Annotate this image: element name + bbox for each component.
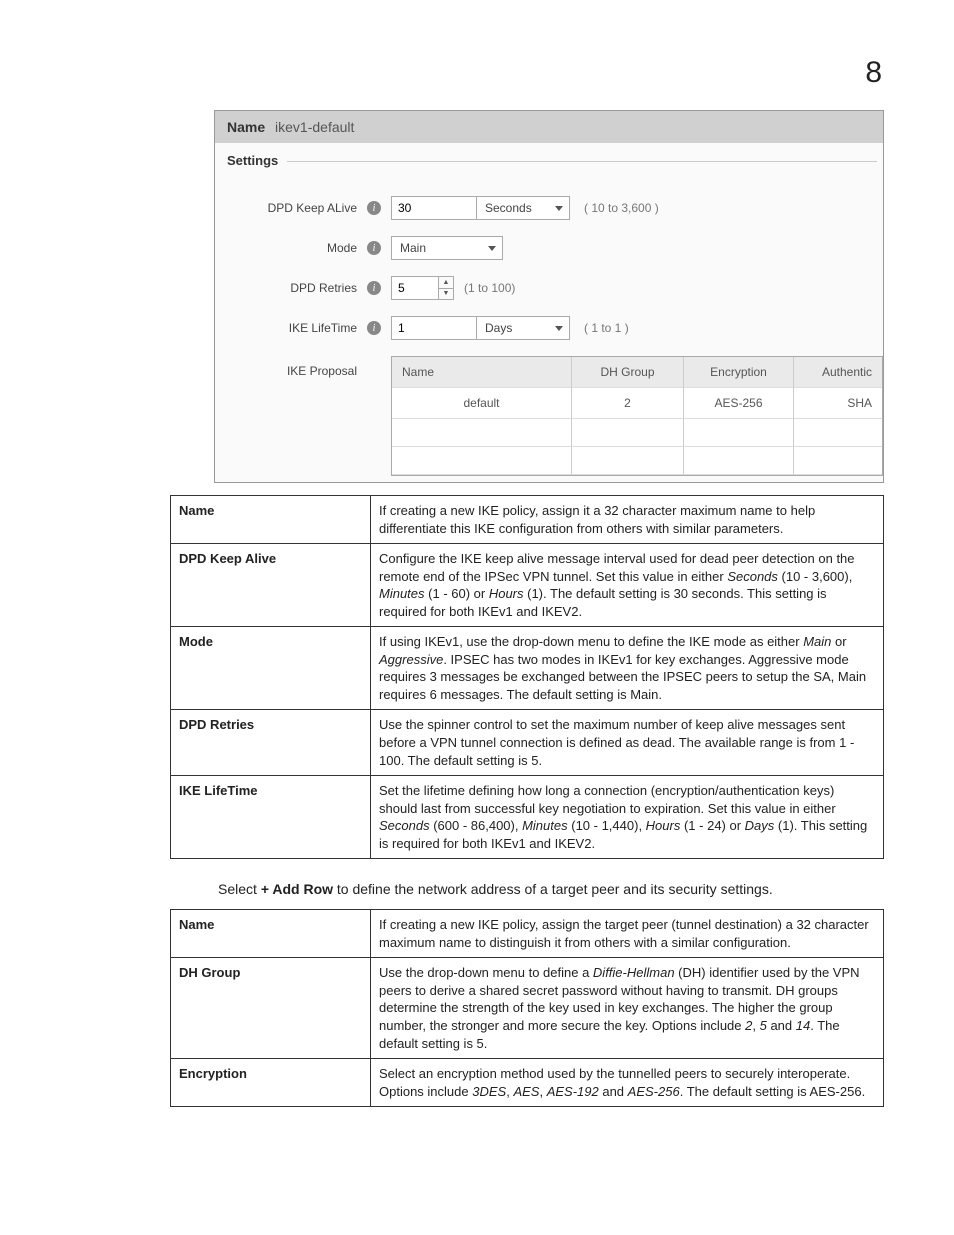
name-value: ikev1-default [275,119,354,135]
spinner-up-icon[interactable]: ▲ [439,277,453,289]
desc-mode-label: Mode [171,627,371,710]
desc2-name-label: Name [171,910,371,958]
ike-lifetime-unit-select[interactable]: Days [476,316,570,340]
page-number: 8 [0,0,954,110]
ike-config-panel: Name ikev1-default Settings DPD Keep ALi… [214,110,884,483]
desc-ike-lifetime-label: IKE LifeTime [171,776,371,859]
page-content: Name ikev1-default Settings DPD Keep ALi… [0,110,954,1147]
desc2-dh-text: Use the drop-down menu to define a Diffi… [371,958,884,1059]
add-row-instruction: Select + Add Row to define the network a… [218,881,884,897]
info-icon[interactable]: i [367,241,381,255]
dpd-keepalive-unit-value: Seconds [485,201,532,215]
dpd-keepalive-input[interactable] [391,196,477,220]
dpd-retries-range: (1 to 100) [464,281,515,295]
info-icon[interactable]: i [367,201,381,215]
chevron-down-icon [488,246,496,251]
ike-lifetime-label: IKE LifeTime [215,321,367,335]
desc-dpd-retries-label: DPD Retries [171,710,371,776]
chevron-down-icon [555,206,563,211]
proposal-empty-row [392,419,882,447]
dpd-retries-spinner[interactable]: ▲ ▼ [439,276,454,300]
proposal-name-cell: default [392,388,572,419]
mode-label: Mode [215,241,367,255]
desc2-enc-text: Select an encryption method used by the … [371,1059,884,1107]
desc-name-text: If creating a new IKE policy, assign it … [371,496,884,544]
info-icon[interactable]: i [367,321,381,335]
settings-description-table: Name If creating a new IKE policy, assig… [170,495,884,859]
name-label: Name [227,119,265,135]
ike-proposal-row: IKE Proposal Name DH Group Encryption Au… [215,356,883,476]
desc-mode-text: If using IKEv1, use the drop-down menu t… [371,627,884,710]
dpd-retries-row: DPD Retries i ▲ ▼ (1 to 100) [215,276,883,300]
peer-description-table: Name If creating a new IKE policy, assig… [170,909,884,1107]
mode-select[interactable]: Main [391,236,503,260]
desc-row-ike-lifetime: IKE LifeTime Set the lifetime defining h… [171,776,884,859]
ike-lifetime-input[interactable] [391,316,477,340]
info-icon[interactable]: i [367,281,381,295]
desc-row-dpd-keepalive: DPD Keep Alive Configure the IKE keep al… [171,544,884,627]
desc-row-mode: Mode If using IKEv1, use the drop-down m… [171,627,884,710]
desc2-dh-label: DH Group [171,958,371,1059]
desc-name-label: Name [171,496,371,544]
desc2-row-name: Name If creating a new IKE policy, assig… [171,910,884,958]
proposal-enc-cell: AES-256 [684,388,794,419]
dpd-keepalive-unit-select[interactable]: Seconds [476,196,570,220]
desc2-name-text: If creating a new IKE policy, assign the… [371,910,884,958]
desc-row-name: Name If creating a new IKE policy, assig… [171,496,884,544]
ike-proposal-label: IKE Proposal [215,356,367,378]
dpd-retries-input[interactable] [391,276,439,300]
proposal-auth-cell: SHA [794,388,882,419]
panel-header: Name ikev1-default [215,111,883,143]
desc-dpd-keepalive-text: Configure the IKE keep alive message int… [371,544,884,627]
proposal-header-name[interactable]: Name [392,357,572,388]
desc2-row-enc: Encryption Select an encryption method u… [171,1059,884,1107]
desc-dpd-retries-text: Use the spinner control to set the maxim… [371,710,884,776]
ike-lifetime-row: IKE LifeTime i Days ( 1 to 1 ) [215,316,883,340]
spinner-down-icon[interactable]: ▼ [439,289,453,300]
mode-row: Mode i Main [215,236,883,260]
panel-body: Settings DPD Keep ALive i Seconds ( 10 t… [215,143,883,482]
mode-value: Main [400,241,426,255]
ike-lifetime-unit-value: Days [485,321,512,335]
proposal-empty-row [392,447,882,475]
chevron-down-icon [555,326,563,331]
proposal-header-enc[interactable]: Encryption [684,357,794,388]
desc-dpd-keepalive-label: DPD Keep Alive [171,544,371,627]
desc2-enc-label: Encryption [171,1059,371,1107]
proposal-header-dh[interactable]: DH Group [572,357,684,388]
proposal-header-row: Name DH Group Encryption Authentic [392,357,882,388]
dpd-retries-label: DPD Retries [215,281,367,295]
desc-ike-lifetime-text: Set the lifetime defining how long a con… [371,776,884,859]
proposal-data-row[interactable]: default 2 AES-256 SHA [392,388,882,419]
ike-proposal-table: Name DH Group Encryption Authentic defau… [391,356,883,476]
dpd-keepalive-range: ( 10 to 3,600 ) [584,201,659,215]
dpd-keepalive-label: DPD Keep ALive [215,201,367,215]
proposal-dh-cell: 2 [572,388,684,419]
dpd-keepalive-row: DPD Keep ALive i Seconds ( 10 to 3,600 ) [215,196,883,220]
desc-row-dpd-retries: DPD Retries Use the spinner control to s… [171,710,884,776]
proposal-header-auth[interactable]: Authentic [794,357,882,388]
desc2-row-dh: DH Group Use the drop-down menu to defin… [171,958,884,1059]
settings-fieldset-label: Settings [215,153,883,168]
ike-lifetime-range: ( 1 to 1 ) [584,321,629,335]
